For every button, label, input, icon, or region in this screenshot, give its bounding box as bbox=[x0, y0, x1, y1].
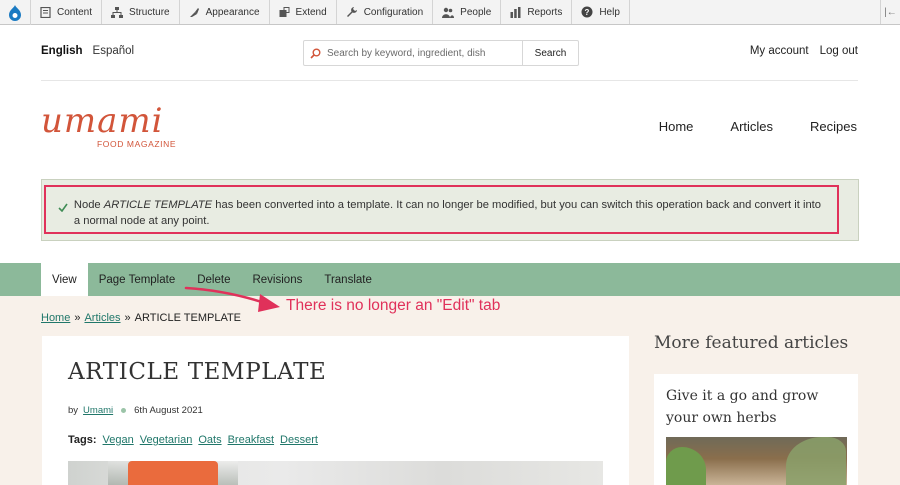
toolbar-label: Configuration bbox=[363, 6, 424, 18]
tab-translate[interactable]: Translate bbox=[313, 263, 383, 296]
toolbar-item-people[interactable]: People bbox=[433, 0, 502, 24]
language-switcher: English Español bbox=[41, 45, 134, 57]
tag-link[interactable]: Vegetarian bbox=[140, 434, 193, 446]
toolbar-item-structure[interactable]: Structure bbox=[102, 0, 180, 24]
language-spanish[interactable]: Español bbox=[93, 45, 135, 57]
toolbar-label: Extend bbox=[295, 6, 327, 18]
tag-link[interactable]: Breakfast bbox=[228, 434, 274, 446]
toolbar-label: Reports bbox=[527, 6, 563, 18]
appearance-icon bbox=[189, 7, 200, 18]
wrench-icon bbox=[346, 6, 358, 18]
annotation-text: There is no longer an "Edit" tab bbox=[286, 297, 501, 314]
toolbar-item-configuration[interactable]: Configuration bbox=[337, 0, 434, 24]
article-date: 6th August 2021 bbox=[134, 405, 203, 416]
people-icon bbox=[442, 7, 455, 18]
featured-article-title[interactable]: Give it a go and grow your own herbs bbox=[666, 385, 846, 429]
nav-articles[interactable]: Articles bbox=[730, 119, 773, 134]
site-logo[interactable]: umami FOOD MAGAZINE bbox=[41, 101, 176, 149]
status-message-text: Node ARTICLE TEMPLATE has been converted… bbox=[70, 197, 827, 229]
language-english[interactable]: English bbox=[41, 45, 83, 57]
article-card: ARTICLE TEMPLATE by Umami 6th August 202… bbox=[42, 336, 629, 485]
status-message: Node ARTICLE TEMPLATE has been converted… bbox=[41, 179, 859, 241]
logo-tagline: FOOD MAGAZINE bbox=[97, 139, 177, 149]
account-menu: My account Log out bbox=[750, 45, 858, 57]
breadcrumb-separator: » bbox=[124, 312, 131, 324]
breadcrumb-separator: » bbox=[74, 312, 81, 324]
extend-icon bbox=[279, 6, 290, 18]
highlight-box: Node ARTICLE TEMPLATE has been converted… bbox=[44, 185, 839, 234]
nav-home[interactable]: Home bbox=[659, 119, 694, 134]
help-icon: ? bbox=[581, 6, 593, 18]
toolbar-item-content[interactable]: Content bbox=[31, 0, 103, 24]
search-input[interactable]: Search by keyword, ingredient, dish bbox=[326, 48, 522, 59]
separator-dot-icon bbox=[121, 408, 127, 413]
breadcrumb-home[interactable]: Home bbox=[41, 312, 70, 324]
byline-by: by bbox=[68, 405, 79, 416]
author-link[interactable]: Umami bbox=[83, 405, 113, 416]
main-navigation: Home Articles Recipes bbox=[659, 119, 857, 134]
drupal-logo-icon[interactable] bbox=[0, 0, 31, 25]
herb-shape bbox=[786, 437, 846, 485]
featured-article-card[interactable]: Give it a go and grow your own herbs bbox=[654, 374, 858, 485]
message-node-name: ARTICLE TEMPLATE bbox=[103, 199, 213, 211]
article-hero-image bbox=[68, 461, 603, 485]
annotation-arrow-icon bbox=[184, 286, 280, 312]
message-prefix: Node bbox=[73, 199, 104, 211]
breadcrumb-articles[interactable]: Articles bbox=[84, 312, 120, 324]
tab-view[interactable]: View bbox=[41, 263, 88, 296]
toolbar-label: Help bbox=[599, 6, 620, 18]
featured-article-image bbox=[666, 437, 847, 485]
article-title: ARTICLE TEMPLATE bbox=[68, 359, 327, 385]
toolbar-item-reports[interactable]: Reports bbox=[501, 0, 573, 24]
my-account-link[interactable]: My account bbox=[750, 45, 809, 57]
structure-icon bbox=[111, 6, 124, 18]
tab-page-template[interactable]: Page Template bbox=[88, 263, 187, 296]
tag-link[interactable]: Oats bbox=[198, 434, 221, 446]
article-tags: Tags: Vegan Vegetarian Oats Breakfast De… bbox=[68, 434, 318, 446]
toolbar-item-help[interactable]: ? Help bbox=[572, 0, 630, 24]
toolbar-item-extend[interactable]: Extend bbox=[270, 0, 337, 24]
article-byline: by Umami 6th August 2021 bbox=[68, 405, 203, 416]
toolbar-label: Appearance bbox=[205, 6, 260, 18]
tags-label: Tags: bbox=[68, 434, 97, 446]
header-divider bbox=[41, 80, 858, 81]
reports-icon bbox=[510, 6, 521, 18]
toolbar-item-appearance[interactable]: Appearance bbox=[180, 0, 270, 24]
content-icon bbox=[40, 6, 51, 18]
nav-recipes[interactable]: Recipes bbox=[810, 119, 857, 134]
herb-shape bbox=[666, 447, 706, 485]
search-form: Search by keyword, ingredient, dish Sear… bbox=[303, 40, 579, 66]
search-button[interactable]: Search bbox=[522, 41, 578, 65]
sidebar-title: More featured articles bbox=[654, 333, 849, 353]
collapse-icon: |← bbox=[884, 6, 897, 18]
search-icon bbox=[304, 48, 326, 59]
toolbar-label: People bbox=[460, 6, 492, 18]
toolbar-label: Content bbox=[57, 6, 93, 18]
logout-link[interactable]: Log out bbox=[820, 45, 858, 57]
jar-lid-shape bbox=[128, 461, 218, 485]
toolbar-label: Structure bbox=[129, 6, 170, 18]
breadcrumb: Home » Articles » ARTICLE TEMPLATE bbox=[41, 312, 241, 324]
admin-toolbar: Content Structure Appearance Extend Conf… bbox=[0, 0, 900, 25]
breadcrumb-current: ARTICLE TEMPLATE bbox=[134, 312, 242, 324]
checkmark-icon bbox=[58, 197, 70, 217]
tag-link[interactable]: Dessert bbox=[280, 434, 318, 446]
toolbar-orientation-toggle[interactable]: |← bbox=[880, 0, 900, 24]
logo-wordmark: umami bbox=[41, 101, 164, 141]
tag-link[interactable]: Vegan bbox=[103, 434, 134, 446]
svg-text:?: ? bbox=[585, 8, 590, 17]
